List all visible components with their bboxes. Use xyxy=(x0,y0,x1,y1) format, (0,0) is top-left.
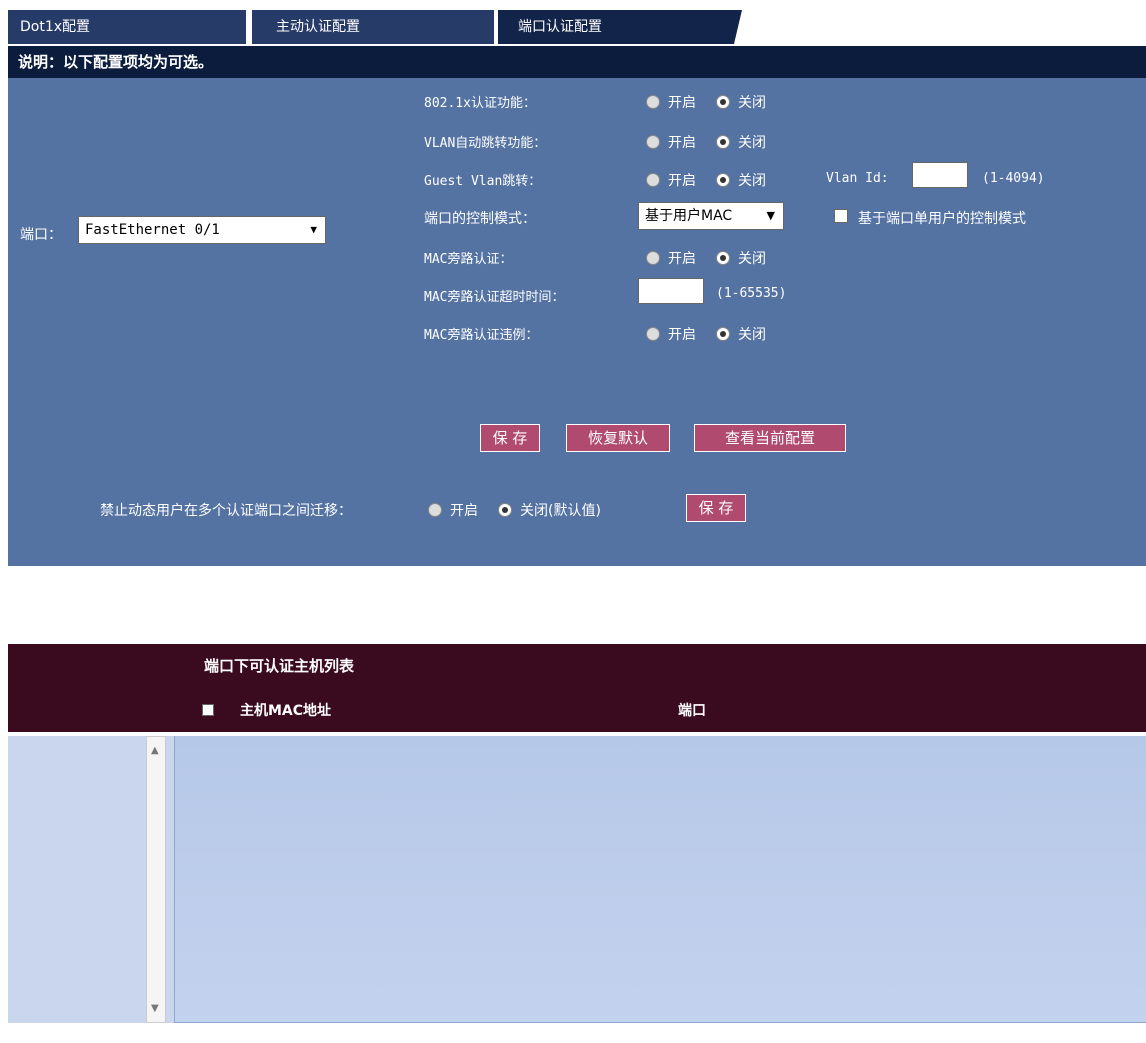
save-button[interactable]: 保 存 xyxy=(480,424,540,452)
chevron-down-icon: ▼ xyxy=(310,223,317,236)
dot1x-on-radio[interactable] xyxy=(646,95,660,109)
vlan-jump-radio-group: 开启 关闭 xyxy=(646,132,778,152)
mab-label: MAC旁路认证： xyxy=(424,252,513,267)
control-mode-select[interactable]: 基于用户MAC ▼ xyxy=(638,202,784,230)
mab-violation-off-radio[interactable] xyxy=(716,327,730,341)
button-panel: 保 存 恢复默认 查看当前配置 禁止动态用户在多个认证端口之间迁移： 开启 关闭… xyxy=(8,358,1146,566)
migration-save-button[interactable]: 保 存 xyxy=(686,494,746,522)
mab-on-radio[interactable] xyxy=(646,251,660,265)
migration-off-radio[interactable] xyxy=(498,503,512,517)
view-config-button[interactable]: 查看当前配置 xyxy=(694,424,846,452)
mab-violation-on-label: 开启 xyxy=(668,327,696,343)
scroll-down-icon[interactable]: ▼ xyxy=(151,1003,159,1014)
guest-vlan-label: Guest Vlan跳转： xyxy=(424,174,542,189)
scroll-up-icon[interactable]: ▲ xyxy=(151,745,159,756)
guest-vlan-on-radio[interactable] xyxy=(646,173,660,187)
vlan-id-label: Vlan Id: xyxy=(826,171,889,186)
list-scrollbar[interactable]: ▲ ▼ xyxy=(146,736,166,1023)
dot1x-radio-group: 开启 关闭 xyxy=(646,92,778,112)
mab-radio-group: 开启 关闭 xyxy=(646,248,778,268)
dot1x-on-label: 开启 xyxy=(668,95,696,111)
guest-vlan-off-radio[interactable] xyxy=(716,173,730,187)
select-all-checkbox[interactable] xyxy=(202,704,214,716)
mab-off-radio[interactable] xyxy=(716,251,730,265)
tab-bar: Dot1x配置 主动认证配置 端口认证配置 xyxy=(8,8,1146,46)
guest-vlan-radio-group: 开启 关闭 xyxy=(646,170,778,190)
col-port: 端口 xyxy=(678,703,706,719)
vlan-id-range: (1-4094) xyxy=(982,171,1045,186)
mab-timeout-range: (1-65535) xyxy=(716,286,787,301)
single-user-mode-checkbox[interactable] xyxy=(834,209,848,223)
config-panel: 端口： FastEthernet 0/1 ▼ 802.1x认证功能： 开启 关闭… xyxy=(8,78,1146,358)
mab-on-label: 开启 xyxy=(668,251,696,267)
mab-violation-radio-group: 开启 关闭 xyxy=(646,324,778,344)
migration-on-label: 开启 xyxy=(450,503,478,519)
migration-label: 禁止动态用户在多个认证端口之间迁移： xyxy=(100,503,352,519)
tab-active-auth-config[interactable]: 主动认证配置 xyxy=(252,10,494,44)
dot1x-off-label: 关闭 xyxy=(738,95,766,111)
restore-default-button[interactable]: 恢复默认 xyxy=(566,424,670,452)
vlan-jump-off-label: 关闭 xyxy=(738,135,766,151)
guest-vlan-on-label: 开启 xyxy=(668,173,696,189)
host-list-body xyxy=(174,736,1146,1023)
migration-radio-group: 开启 关闭(默认值) xyxy=(428,500,613,520)
port-select[interactable]: FastEthernet 0/1 ▼ xyxy=(78,216,326,244)
dot1x-label: 802.1x认证功能： xyxy=(424,96,536,111)
control-mode-value: 基于用户MAC xyxy=(645,208,733,224)
host-list-title: 端口下可认证主机列表 xyxy=(8,644,1146,688)
vlan-jump-on-radio[interactable] xyxy=(646,135,660,149)
vlan-jump-label: VLAN自动跳转功能： xyxy=(424,136,547,151)
mab-violation-on-radio[interactable] xyxy=(646,327,660,341)
vlan-jump-off-radio[interactable] xyxy=(716,135,730,149)
host-list-columns: 主机MAC地址 端口 xyxy=(8,688,1146,732)
port-select-value: FastEthernet 0/1 xyxy=(85,222,220,238)
note-bar: 说明：以下配置项均为可选。 xyxy=(8,46,1146,78)
chevron-down-icon: ▼ xyxy=(766,209,775,222)
mab-off-label: 关闭 xyxy=(738,251,766,267)
tab-port-auth-config[interactable]: 端口认证配置 xyxy=(498,10,742,44)
guest-vlan-off-label: 关闭 xyxy=(738,173,766,189)
mab-violation-off-label: 关闭 xyxy=(738,327,766,343)
dot1x-off-radio[interactable] xyxy=(716,95,730,109)
tab-dot1x-config[interactable]: Dot1x配置 xyxy=(8,10,246,44)
migration-on-radio[interactable] xyxy=(428,503,442,517)
mab-timeout-input[interactable] xyxy=(638,278,704,304)
col-mac: 主机MAC地址 xyxy=(240,703,332,719)
mab-timeout-label: MAC旁路认证超时时间： xyxy=(424,290,565,305)
mab-violation-label: MAC旁路认证违例： xyxy=(424,328,539,343)
vlan-id-input[interactable] xyxy=(912,162,968,188)
vlan-jump-on-label: 开启 xyxy=(668,135,696,151)
migration-off-label: 关闭(默认值) xyxy=(520,503,601,519)
control-mode-label: 端口的控制模式： xyxy=(424,211,536,227)
single-user-mode-label: 基于端口单用户的控制模式 xyxy=(858,211,1026,227)
port-label: 端口： xyxy=(20,227,62,243)
